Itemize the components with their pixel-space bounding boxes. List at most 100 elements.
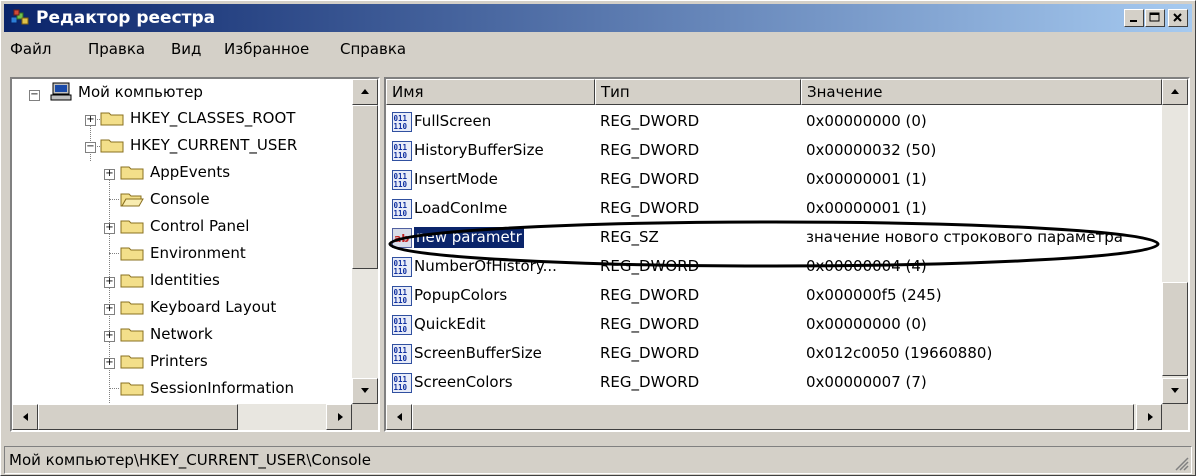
svg-text:110: 110 xyxy=(394,209,408,218)
value-data: 0x00000001 (1) xyxy=(806,170,927,188)
maximize-icon xyxy=(1149,12,1160,22)
scroll-down-button[interactable] xyxy=(352,378,378,404)
maximize-button[interactable] xyxy=(1145,9,1165,27)
dword-icon: 011110 xyxy=(392,170,412,190)
scroll-up-button[interactable] xyxy=(1162,79,1188,105)
menu-bar: Файл Правка Вид Избранное Справка xyxy=(4,35,1192,63)
value-type: REG_DWORD xyxy=(600,141,700,159)
arrow-right-icon xyxy=(338,413,343,421)
svg-text:110: 110 xyxy=(394,383,408,392)
folder-icon xyxy=(120,220,144,234)
value-type: REG_DWORD xyxy=(600,373,700,391)
collapse-toggle[interactable]: − xyxy=(85,142,96,153)
folder-icon xyxy=(120,247,144,261)
list-vertical-scrollbar[interactable] xyxy=(1162,79,1188,404)
key-tree[interactable]: − Мой компьютер + HKEY_CLASSES_ROOT − HK… xyxy=(10,77,380,432)
table-row[interactable]: 011 110 InsertMode REG_DWORD 0x00000001 (1) xyxy=(386,165,1162,194)
collapse-toggle[interactable]: − xyxy=(29,90,40,101)
menu-help[interactable]: Справка xyxy=(340,40,406,58)
highlight-ellipse xyxy=(388,220,1160,268)
value-name: ScreenBufferSize xyxy=(414,344,542,362)
title-bar[interactable]: Редактор реестра xyxy=(4,4,1192,32)
computer-icon xyxy=(50,82,72,101)
arrow-left-icon xyxy=(397,413,402,421)
scroll-up-button[interactable] xyxy=(352,79,378,105)
expand-toggle[interactable]: + xyxy=(85,115,96,126)
table-row[interactable]: 011 110 QuickEdit REG_DWORD 0x00000000 (0) xyxy=(386,310,1162,339)
minimize-button[interactable] xyxy=(1124,9,1144,27)
status-bar: Мой компьютер\HKEY_CURRENT_USER\Console xyxy=(4,446,1192,474)
value-data: 0x00000000 (0) xyxy=(806,315,927,333)
table-row[interactable]: 011 110 ScreenBufferSize REG_DWORD 0x012c005… xyxy=(386,339,1162,368)
value-name: QuickEdit xyxy=(414,315,486,333)
value-data: 0x012c0050 (19660880) xyxy=(806,344,993,362)
expand-toggle[interactable]: + xyxy=(104,358,115,369)
svg-text:110: 110 xyxy=(394,325,408,334)
folder-icon xyxy=(120,274,144,288)
tree-item-label: Мой компьютер xyxy=(78,83,203,101)
resize-grip-icon[interactable] xyxy=(1173,455,1189,471)
column-header-type[interactable]: Тип xyxy=(595,79,801,105)
table-row[interactable]: 011 110 ScreenColors REG_DWORD 0x00000007 (7… xyxy=(386,368,1162,397)
dword-icon: 011110 xyxy=(392,373,412,393)
tree-horizontal-scrollbar[interactable] xyxy=(12,404,352,430)
value-type: REG_DWORD xyxy=(600,344,700,362)
value-type: REG_DWORD xyxy=(600,286,700,304)
value-data: 0x00000032 (50) xyxy=(806,141,937,159)
value-data: 0x00000000 (0) xyxy=(806,112,927,130)
status-path: Мой компьютер\HKEY_CURRENT_USER\Console xyxy=(9,451,371,469)
svg-text:110: 110 xyxy=(394,354,408,363)
folder-icon xyxy=(120,355,144,369)
value-type: REG_DWORD xyxy=(600,112,700,130)
menu-view[interactable]: Вид xyxy=(171,40,201,58)
scroll-thumb[interactable] xyxy=(352,105,378,269)
table-row[interactable]: 011 110 FullScreen REG_DWORD 0x00000000 (0) xyxy=(386,107,1162,136)
expand-toggle[interactable]: + xyxy=(104,169,115,180)
expand-toggle[interactable]: + xyxy=(104,223,115,234)
arrow-left-icon xyxy=(23,413,28,421)
scroll-thumb[interactable] xyxy=(1162,282,1188,376)
scroll-thumb[interactable] xyxy=(38,404,238,430)
menu-edit[interactable]: Правка xyxy=(88,40,145,58)
table-row[interactable]: 011 110 PopupColors REG_DWORD 0x000000f5 (24… xyxy=(386,281,1162,310)
arrow-up-icon xyxy=(1171,89,1179,94)
tree-item-label: HKEY_CLASSES_ROOT xyxy=(130,109,296,127)
minimize-icon xyxy=(1130,20,1137,22)
expand-toggle[interactable]: + xyxy=(104,331,115,342)
close-icon xyxy=(1173,13,1182,22)
scroll-left-button[interactable] xyxy=(386,404,412,430)
scroll-right-button[interactable] xyxy=(1136,404,1162,430)
column-header-value[interactable]: Значение xyxy=(801,79,1162,105)
scroll-down-button[interactable] xyxy=(1162,378,1188,404)
svg-text:110: 110 xyxy=(394,122,408,131)
list-horizontal-scrollbar[interactable] xyxy=(386,404,1162,430)
values-list[interactable]: Имя Тип Значение 011 110 FullScreen REG_DWO… xyxy=(384,77,1190,432)
value-data: 0x00000007 (7) xyxy=(806,373,927,391)
menu-file[interactable]: Файл xyxy=(10,40,51,58)
value-type: REG_DWORD xyxy=(600,170,700,188)
arrow-right-icon xyxy=(1148,413,1153,421)
scroll-left-button[interactable] xyxy=(12,404,38,430)
open-folder-icon xyxy=(120,193,144,207)
dword-icon: 011110 xyxy=(392,286,412,306)
dword-icon: 011110 xyxy=(392,315,412,335)
expand-toggle[interactable]: + xyxy=(104,304,115,315)
scroll-right-button[interactable] xyxy=(326,404,352,430)
menu-favorites[interactable]: Избранное xyxy=(224,40,309,58)
folder-icon xyxy=(120,166,144,180)
folder-icon xyxy=(120,328,144,342)
close-button[interactable] xyxy=(1168,9,1188,27)
arrow-down-icon xyxy=(361,388,369,393)
svg-text:110: 110 xyxy=(394,151,408,160)
folder-icon xyxy=(120,301,144,315)
scroll-thumb[interactable] xyxy=(412,404,1134,430)
table-row[interactable]: 011 110 HistoryBufferSize REG_DWORD 0x000000… xyxy=(386,136,1162,165)
folder-icon xyxy=(100,139,124,153)
value-name: InsertMode xyxy=(414,170,498,188)
tree-vertical-scrollbar[interactable] xyxy=(352,79,378,404)
expand-toggle[interactable]: + xyxy=(104,277,115,288)
value-type: REG_DWORD xyxy=(600,315,700,333)
svg-text:110: 110 xyxy=(394,296,408,305)
tree-item-label: HKEY_CURRENT_USER xyxy=(130,136,298,154)
column-header-name[interactable]: Имя xyxy=(386,79,595,105)
